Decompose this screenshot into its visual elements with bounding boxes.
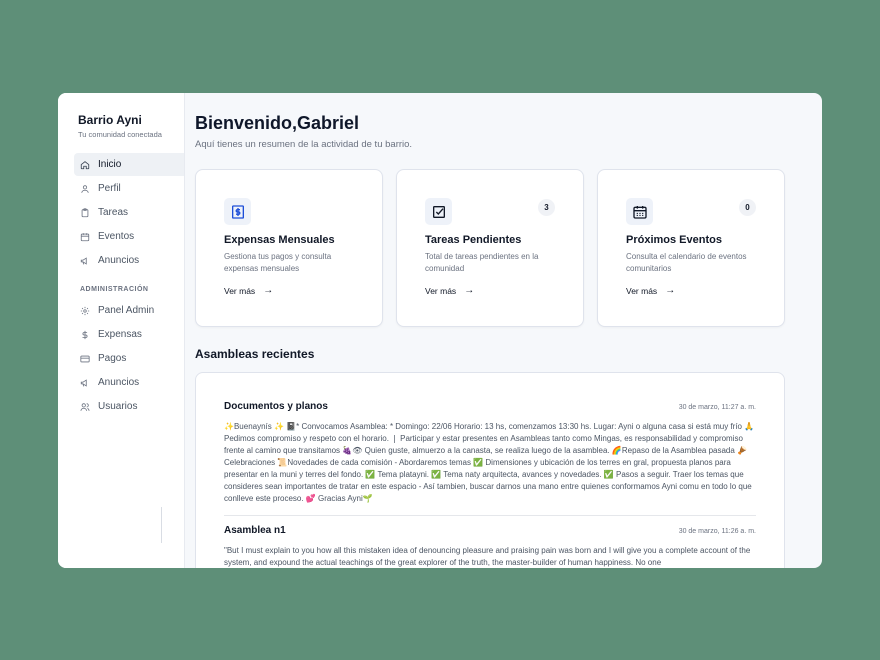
- post-title: Documentos y planos: [224, 401, 328, 412]
- post-body: "But I must explain to you how all this …: [224, 546, 751, 567]
- count-badge: 0: [739, 199, 756, 216]
- main-content: Bienvenido,Gabriel Aquí tienes un resume…: [185, 93, 822, 568]
- dollar-icon: [80, 330, 90, 340]
- card-description: Consulta el calendario de eventos comuni…: [626, 252, 747, 273]
- card-tareas[interactable]: 3 Tareas Pendientes Total de tareas pend…: [396, 169, 584, 327]
- section-title-asambleas: Asambleas recientes: [195, 347, 315, 361]
- brand-subtitle: Tu comunidad conectada: [78, 130, 162, 139]
- count-badge: 3: [538, 199, 555, 216]
- card-title: Expensas Mensuales: [224, 234, 335, 246]
- app-window: Barrio Ayni Tu comunidad conectada Inici…: [58, 93, 822, 568]
- main-nav: Inicio Perfil Tareas Eventos Anuncios: [58, 153, 184, 272]
- ver-mas-link[interactable]: Ver más →: [626, 285, 756, 296]
- megaphone-icon: [80, 256, 90, 266]
- post-header: Asamblea n1 30 de marzo, 11:26 a. m.: [224, 525, 756, 536]
- brand: Barrio Ayni Tu comunidad conectada: [58, 113, 184, 139]
- sidebar-item-label: Usuarios: [98, 401, 138, 412]
- post-date: 30 de marzo, 11:26 a. m.: [678, 528, 756, 535]
- megaphone-icon: [80, 378, 90, 388]
- card-title: Tareas Pendientes: [425, 234, 522, 246]
- sidebar-item-perfil[interactable]: Perfil: [74, 177, 184, 200]
- sidebar-item-pagos[interactable]: Pagos: [74, 347, 184, 370]
- card-description: Total de tareas pendientes en la comunid…: [425, 252, 539, 273]
- checkbox-icon: [425, 198, 452, 225]
- card-description: Gestiona tus pagos y consulta expensas m…: [224, 252, 332, 273]
- receipt-dollar-icon: [224, 198, 251, 225]
- sidebar-item-label: Pagos: [98, 353, 127, 364]
- sidebar-item-label: Perfil: [98, 183, 121, 194]
- brand-title: Barrio Ayni: [78, 113, 142, 127]
- post-date: 30 de marzo, 11:27 a. m.: [678, 404, 756, 411]
- sidebar-item-anuncios-admin[interactable]: Anuncios: [74, 371, 184, 394]
- post-body: ✨Buenaynís ✨ 📓* Convocamos Asamblea: * D…: [224, 422, 755, 503]
- ver-mas-link[interactable]: Ver más →: [224, 285, 354, 296]
- sidebar-item-inicio[interactable]: Inicio: [74, 153, 184, 176]
- sidebar-item-tareas[interactable]: Tareas: [74, 201, 184, 224]
- card-eventos[interactable]: 0 Próximos Eventos Consulta el calendari…: [597, 169, 785, 327]
- clipboard-icon: [80, 207, 90, 218]
- sidebar-item-label: Tareas: [98, 207, 129, 218]
- post-header: Documentos y planos 30 de marzo, 11:27 a…: [224, 401, 756, 412]
- card-title: Próximos Eventos: [626, 234, 722, 246]
- calendar-icon: [80, 232, 90, 242]
- assembly-post[interactable]: Asamblea n1 30 de marzo, 11:26 a. m. "Bu…: [224, 525, 756, 568]
- sidebar-item-panel-admin[interactable]: Panel Admin: [74, 299, 184, 322]
- sidebar-item-label: Panel Admin: [98, 305, 155, 316]
- page-title: Bienvenido,Gabriel: [195, 113, 360, 133]
- admin-nav: Panel Admin Expensas Pagos Anuncios Usua…: [58, 299, 184, 418]
- card-expensas[interactable]: Expensas Mensuales Gestiona tus pagos y …: [195, 169, 383, 327]
- link-label: Ver más: [224, 285, 256, 296]
- sidebar-item-label: Anuncios: [98, 255, 140, 266]
- user-icon: [80, 184, 90, 194]
- link-label: Ver más: [626, 285, 658, 296]
- link-label: Ver más: [425, 285, 457, 296]
- summary-cards: Expensas Mensuales Gestiona tus pagos y …: [195, 169, 785, 327]
- sidebar: Barrio Ayni Tu comunidad conectada Inici…: [58, 93, 185, 568]
- gear-icon: [80, 306, 90, 316]
- divider: [224, 515, 756, 516]
- users-icon: [80, 402, 90, 412]
- ver-mas-link[interactable]: Ver más →: [425, 285, 555, 296]
- credit-card-icon: [80, 354, 90, 364]
- sidebar-item-label: Eventos: [98, 231, 135, 242]
- admin-section-label: ADMINISTRACIÓN: [80, 286, 149, 293]
- sidebar-item-expensas[interactable]: Expensas: [74, 323, 184, 346]
- sidebar-item-label: Anuncios: [98, 377, 140, 388]
- sidebar-item-label: Expensas: [98, 329, 142, 340]
- sidebar-item-usuarios[interactable]: Usuarios: [74, 395, 184, 418]
- arrow-right-icon: →: [263, 285, 274, 296]
- sidebar-scrollbar[interactable]: [161, 507, 162, 543]
- post-title: Asamblea n1: [224, 525, 286, 536]
- sidebar-item-eventos[interactable]: Eventos: [74, 225, 184, 248]
- arrow-right-icon: →: [464, 285, 475, 296]
- sidebar-item-anuncios[interactable]: Anuncios: [74, 249, 184, 272]
- page-subtitle: Aquí tienes un resumen de la actividad d…: [195, 139, 413, 150]
- arrow-right-icon: →: [665, 285, 676, 296]
- sidebar-item-label: Inicio: [98, 159, 122, 170]
- calendar-icon: [626, 198, 653, 225]
- assemblies-panel: Documentos y planos 30 de marzo, 11:27 a…: [195, 372, 785, 568]
- home-icon: [80, 160, 90, 170]
- assembly-post[interactable]: Documentos y planos 30 de marzo, 11:27 a…: [224, 401, 756, 505]
